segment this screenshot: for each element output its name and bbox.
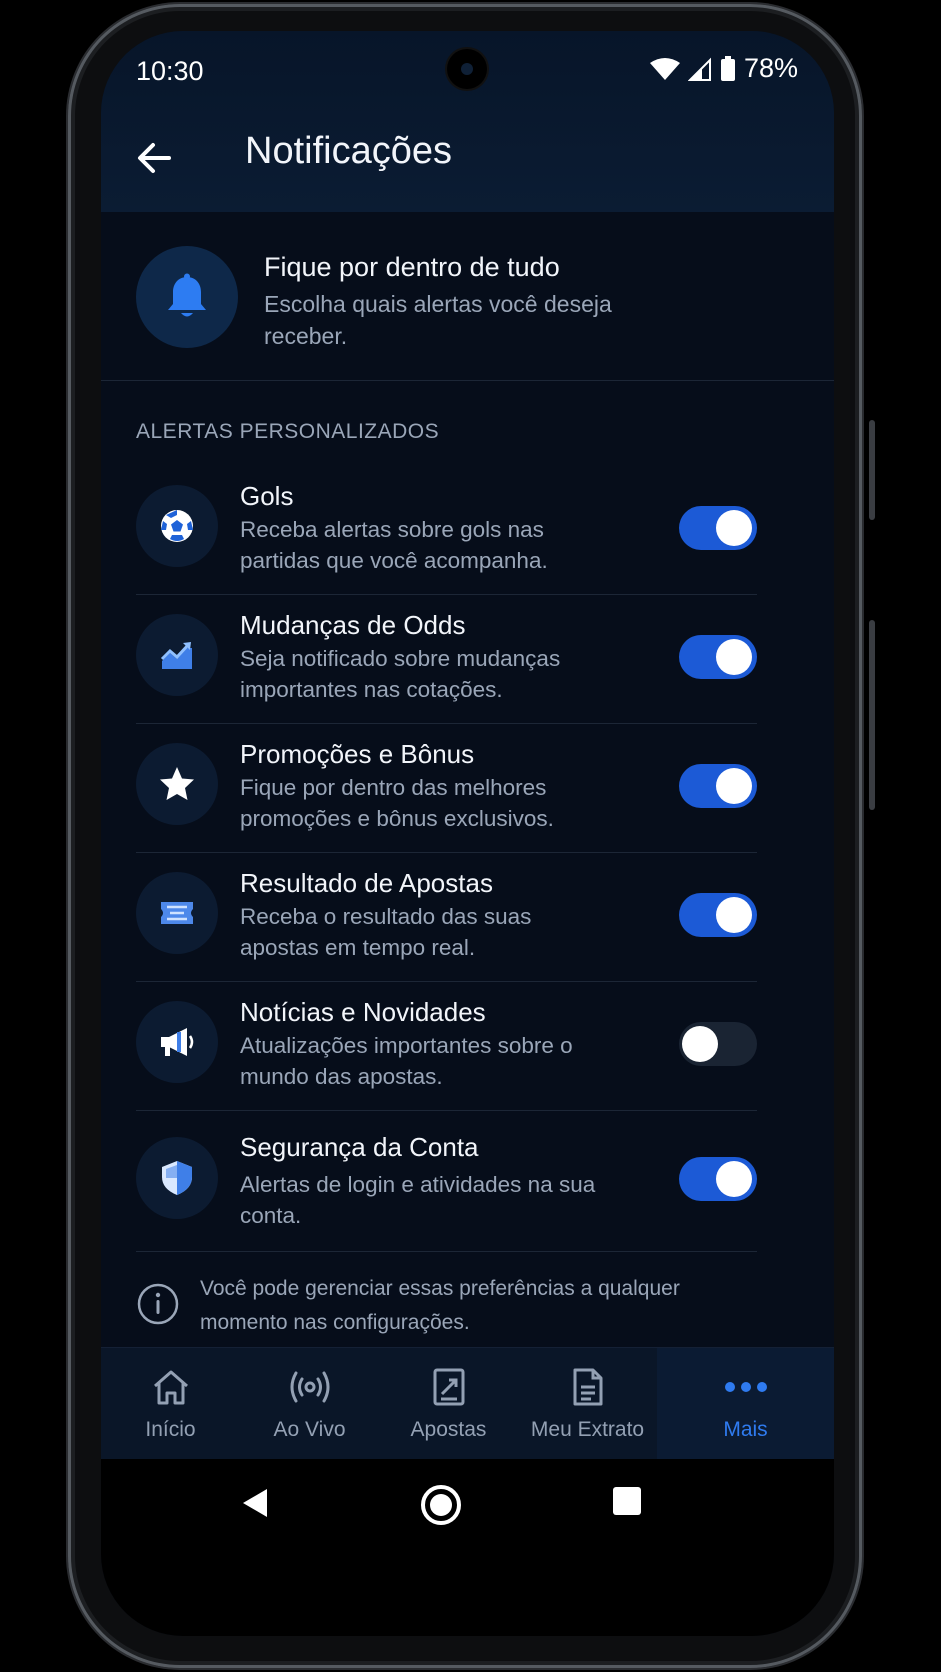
page-title: Notificações	[245, 130, 452, 172]
nav-item-apostas[interactable]: Apostas	[379, 1348, 518, 1460]
toggle-noticias[interactable]	[679, 1022, 757, 1066]
alert-description: Atualizações importantes sobre o mundo d…	[240, 1033, 573, 1089]
alert-icon-circle	[136, 743, 218, 825]
section-label: ALERTAS PERSONALIZADOS	[136, 420, 440, 443]
intro-icon-circle	[136, 246, 238, 348]
alert-icon-circle	[136, 872, 218, 954]
toggle-knob	[716, 768, 752, 804]
toggle-promocoes[interactable]	[679, 764, 757, 808]
alert-icon-circle	[136, 485, 218, 567]
screen: 10:30 78% Notificações Fique por dentro …	[101, 31, 834, 1636]
bottom-nav: Início Ao Vivo Apostas Meu Extrato Mais	[101, 1347, 834, 1460]
bet-slip-icon	[433, 1368, 464, 1406]
toggle-knob	[716, 1161, 752, 1197]
volume-button	[869, 420, 875, 520]
intro-card: Fique por dentro de tudo Escolha quais a…	[101, 212, 834, 381]
alert-description: Receba alertas sobre gols nas partidas q…	[240, 517, 548, 573]
nav-label: Início	[145, 1418, 196, 1441]
status-icons: 78%	[649, 53, 798, 84]
nav-label: Mais	[723, 1418, 768, 1441]
alert-description: Seja notificado sobre mudanças important…	[240, 646, 561, 702]
top-app-bar: Notificações	[101, 116, 834, 212]
live-broadcast-icon	[290, 1371, 329, 1403]
alert-item-noticias: Notícias e Novidades Atualizações import…	[136, 982, 757, 1111]
document-icon	[573, 1368, 602, 1406]
toggle-odds[interactable]	[679, 635, 757, 679]
nav-item-inicio[interactable]: Início	[101, 1348, 240, 1460]
alert-item-seguranca: Segurança da Conta Alertas de login e at…	[136, 1111, 757, 1252]
toggle-resultado[interactable]	[679, 893, 757, 937]
alert-title: Promoções e Bônus	[240, 739, 475, 769]
nav-item-meu-extrato[interactable]: Meu Extrato	[518, 1348, 657, 1460]
alert-title: Segurança da Conta	[240, 1132, 479, 1162]
front-camera	[447, 49, 487, 89]
alert-description: Receba o resultado das suas apostas em t…	[240, 904, 532, 960]
alerts-list: Gols Receba alertas sobre gols nas parti…	[136, 466, 757, 1252]
status-time: 10:30	[136, 56, 204, 86]
power-button	[869, 620, 875, 810]
alert-item-resultado: Resultado de Apostas Receba o resultado …	[136, 853, 757, 982]
intro-title: Fique por dentro de tudo	[264, 252, 560, 282]
alert-title: Notícias e Novidades	[240, 997, 486, 1027]
wifi-icon	[649, 57, 680, 80]
system-navigation-bar	[101, 1459, 834, 1636]
notifications-content: Fique por dentro de tudo Escolha quais a…	[101, 212, 834, 1417]
alert-icon-circle	[136, 1001, 218, 1083]
info-icon	[137, 1283, 179, 1325]
toggle-seguranca[interactable]	[679, 1157, 757, 1201]
star-icon	[160, 767, 194, 800]
megaphone-icon	[161, 1028, 194, 1056]
alert-item-promocoes: Promoções e Bônus Fique por dentro das m…	[136, 724, 757, 853]
home-icon	[153, 1370, 188, 1405]
intro-subtitle: Escolha quais alertas você deseja recebe…	[264, 291, 612, 349]
alert-title: Gols	[240, 481, 294, 511]
toggle-gols[interactable]	[679, 506, 757, 550]
toggle-knob	[716, 639, 752, 675]
system-back-icon[interactable]	[241, 1487, 269, 1519]
alert-title: Resultado de Apostas	[240, 868, 493, 898]
toggle-knob	[716, 897, 752, 933]
battery-percent: 78%	[743, 53, 798, 83]
trend-chart-icon	[160, 642, 192, 669]
nav-label: Meu Extrato	[530, 1418, 645, 1441]
system-home-icon[interactable]	[421, 1485, 461, 1525]
toggle-knob	[716, 510, 752, 546]
status-bar: 10:30 78%	[101, 31, 834, 106]
alert-icon-circle	[136, 1137, 218, 1219]
nav-item-mais[interactable]: Mais	[657, 1348, 834, 1460]
alert-item-gols: Gols Receba alertas sobre gols nas parti…	[136, 466, 757, 595]
alert-description: Fique por dentro das melhores promoções …	[240, 775, 554, 831]
shield-icon	[162, 1161, 192, 1195]
nav-label: Apostas	[410, 1418, 487, 1441]
soccer-ball-icon	[161, 510, 193, 542]
alert-item-odds: Mudanças de Odds Seja notificado sobre m…	[136, 595, 757, 724]
ticket-icon	[161, 902, 193, 924]
system-recents-icon[interactable]	[613, 1487, 641, 1515]
battery-icon	[720, 55, 735, 81]
signal-icon	[687, 57, 711, 81]
bell-icon	[168, 273, 206, 317]
alert-icon-circle	[136, 614, 218, 696]
nav-label: Ao Vivo	[273, 1418, 346, 1441]
nav-item-ao-vivo[interactable]: Ao Vivo	[240, 1348, 379, 1460]
more-dots-icon	[724, 1382, 767, 1392]
toggle-knob	[682, 1026, 718, 1062]
alert-title: Mudanças de Odds	[240, 610, 466, 640]
alert-description: Alertas de login e atividades na sua con…	[240, 1172, 596, 1228]
back-arrow-icon[interactable]	[131, 134, 179, 182]
info-text: Você pode gerenciar essas preferências a…	[200, 1277, 680, 1334]
